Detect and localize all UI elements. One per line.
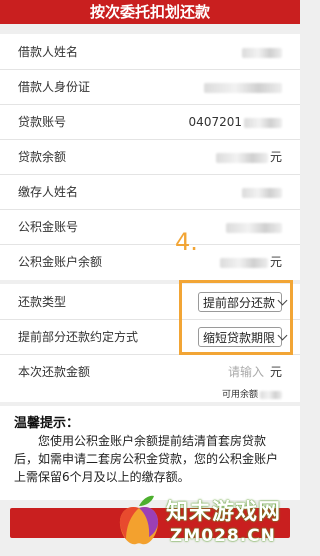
tips-title: 温馨提示： (14, 416, 80, 431)
page-title: 按次委托扣划还款 (89, 3, 210, 21)
loan-account-row: 贷款账号 0407201 (0, 104, 300, 140)
watermark: 知未游戏网 ZM028.CN (114, 490, 298, 554)
fund-account-value (226, 209, 282, 245)
borrower-id-row: 借款人身份证 (0, 69, 300, 105)
loan-balance-value: 元 (215, 139, 282, 175)
loan-account-label: 贷款账号 (18, 115, 67, 129)
highlight-box (179, 280, 293, 355)
repay-type-label: 还款类型 (18, 295, 67, 309)
borrower-name-label: 借款人姓名 (18, 45, 79, 59)
borrower-id-label: 借款人身份证 (18, 80, 91, 94)
depositor-name-value (242, 174, 282, 210)
fund-balance-unit: 元 (269, 255, 282, 269)
apple-logo-icon (119, 495, 159, 545)
loan-balance-row: 贷款余额 元 (0, 139, 300, 175)
depositor-name-row: 缴存人姓名 (0, 174, 300, 210)
page-header: 按次委托扣划还款 (0, 0, 300, 24)
depositor-name-label: 缴存人姓名 (18, 185, 79, 199)
watermark-title: 知未游戏网 (166, 500, 282, 525)
borrower-id-value (204, 69, 282, 105)
loan-account-number: 0407201 (188, 115, 242, 129)
fund-account-label: 公积金账号 (18, 220, 79, 234)
loan-balance-unit: 元 (269, 150, 282, 164)
info-section: 借款人姓名 借款人身份证 贷款账号 0407201 贷款余额 元 缴存人姓名 公… (0, 34, 300, 280)
loan-account-value: 0407201 (189, 104, 282, 140)
fund-account-row: 公积金账号 (0, 209, 300, 245)
loan-balance-label: 贷款余额 (18, 150, 67, 164)
tips-body: 您使用公积金账户余额提前结清首套房贷款后，如需申请二套房公积金贷款，您的公积金账… (14, 434, 279, 484)
available-balance-hint: 可用余额 (222, 387, 282, 400)
fund-balance-label: 公积金账户余额 (18, 255, 103, 269)
watermark-url: ZM028.CN (170, 526, 276, 546)
fund-balance-row: 公积金账户余额 元 (0, 244, 300, 280)
page: 按次委托扣划还款 借款人姓名 借款人身份证 贷款账号 0407201 贷款余额 … (0, 0, 300, 556)
repay-amount-input[interactable]: 请输入 (228, 354, 264, 390)
repay-amount-unit: 元 (269, 365, 282, 379)
tips-section: 温馨提示： 您使用公积金账户余额提前结清首套房贷款后，如需申请二套房公积金贷款，… (0, 406, 300, 500)
borrower-name-value (242, 34, 282, 70)
fund-balance-value: 元 (219, 244, 282, 280)
step-number-annotation: 4. (175, 228, 198, 256)
agreement-label: 提前部分还款约定方式 (18, 330, 139, 344)
borrower-name-row: 借款人姓名 (0, 34, 300, 70)
repay-amount-label: 本次还款金额 (18, 365, 91, 379)
